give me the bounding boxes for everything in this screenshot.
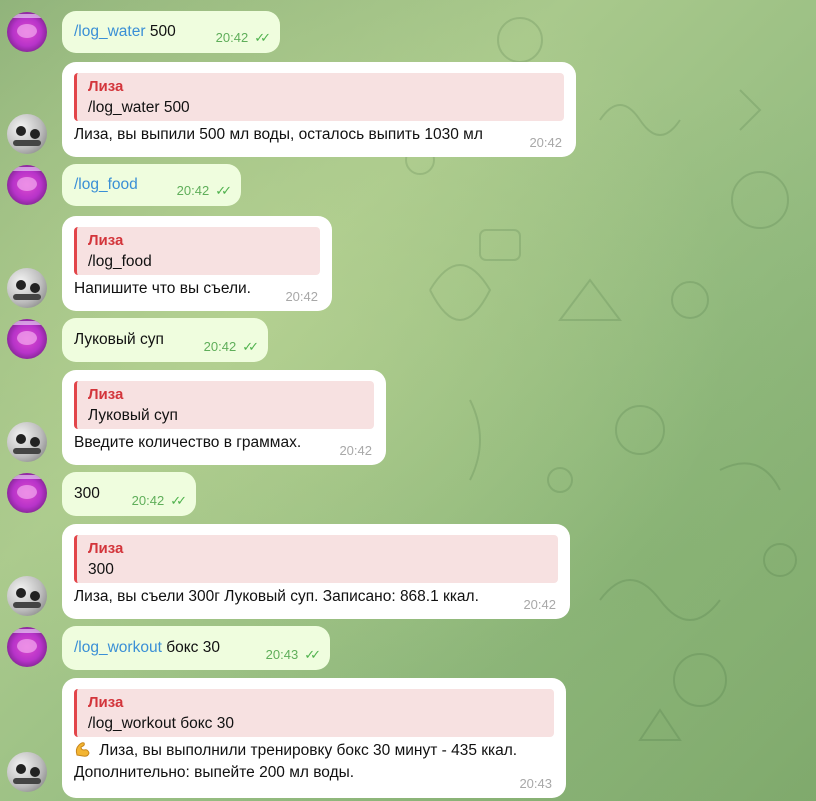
outgoing-message[interactable]: /log_water 500 20:42 ✓✓ (62, 11, 280, 53)
command-link[interactable]: /log_food (74, 176, 138, 193)
user-avatar[interactable] (7, 319, 47, 359)
reply-quote[interactable]: Лиза /log_workout бокс 30 (74, 689, 554, 737)
bot-avatar[interactable] (7, 268, 47, 308)
message-text: Напишите что вы съели. (74, 280, 251, 297)
message-text-line-1: Лиза, вы выполнили тренировку бокс 30 ми… (74, 740, 517, 762)
message-time: 20:42 (131, 493, 165, 508)
quote-text: 300 (88, 561, 114, 578)
double-check-icon: ✓✓ (254, 30, 271, 45)
message-time: 20:42 (529, 135, 562, 150)
reply-quote[interactable]: Лиза /log_water 500 (74, 73, 564, 121)
message-text: Лиза, вы съели 300г Луковый суп. Записан… (74, 588, 479, 605)
incoming-message[interactable]: Лиза /log_workout бокс 30 Лиза, вы выпол… (62, 678, 566, 798)
outgoing-message[interactable]: /log_food 20:42 ✓✓ (62, 164, 241, 206)
outgoing-message[interactable]: Луковый суп 20:42 ✓✓ (62, 318, 268, 362)
message-text: 300 (74, 485, 100, 502)
message-text-line-2: Дополнительно: выпейте 200 мл воды. (74, 764, 355, 781)
quote-text: /log_food (88, 253, 152, 270)
incoming-message[interactable]: Лиза 300 Лиза, вы съели 300г Луковый суп… (62, 524, 570, 619)
double-check-icon: ✓✓ (170, 493, 187, 508)
message-time: 20:43 (265, 647, 299, 662)
double-check-icon: ✓✓ (215, 183, 232, 198)
incoming-message[interactable]: Лиза Луковый суп Введите количество в гр… (62, 370, 386, 465)
message-time: 20:43 (519, 776, 552, 791)
quote-author: Лиза (88, 78, 124, 95)
message-time: 20:42 (339, 443, 372, 458)
bot-avatar[interactable] (7, 422, 47, 462)
message-time: 20:42 (285, 289, 318, 304)
command-link[interactable]: /log_workout (74, 639, 162, 656)
message-time: 20:42 (203, 339, 237, 354)
message-time: 20:42 (523, 597, 556, 612)
command-link[interactable]: /log_water (74, 23, 146, 40)
quote-text: Луковый суп (88, 407, 178, 424)
bot-avatar[interactable] (7, 576, 47, 616)
quote-text: /log_water 500 (88, 99, 190, 116)
user-avatar[interactable] (7, 473, 47, 513)
message-text: Лиза, вы выпили 500 мл воды, осталось вы… (74, 126, 483, 143)
double-check-icon: ✓✓ (304, 647, 321, 662)
flexed-biceps-icon (75, 742, 90, 757)
double-check-icon: ✓✓ (242, 339, 259, 354)
message-text: Введите количество в граммах. (74, 434, 302, 451)
outgoing-message[interactable]: /log_workout бокс 30 20:43 ✓✓ (62, 626, 330, 670)
outgoing-message[interactable]: 300 20:42 ✓✓ (62, 472, 196, 516)
quote-author: Лиза (88, 540, 124, 557)
message-time: 20:42 (176, 183, 210, 198)
message-time: 20:42 (215, 30, 249, 45)
user-avatar[interactable] (7, 12, 47, 52)
reply-quote[interactable]: Лиза /log_food (74, 227, 320, 275)
incoming-message[interactable]: Лиза /log_water 500 Лиза, вы выпили 500 … (62, 62, 576, 157)
message-text: Луковый суп (74, 331, 164, 348)
user-avatar[interactable] (7, 627, 47, 667)
reply-quote[interactable]: Лиза 300 (74, 535, 558, 583)
quote-author: Лиза (88, 386, 124, 403)
quote-author: Лиза (88, 694, 124, 711)
bot-avatar[interactable] (7, 752, 47, 792)
command-args: бокс 30 (161, 639, 220, 656)
bot-avatar[interactable] (7, 114, 47, 154)
quote-author: Лиза (88, 232, 124, 249)
user-avatar[interactable] (7, 165, 47, 205)
quote-text: /log_workout бокс 30 (88, 715, 234, 732)
incoming-message[interactable]: Лиза /log_food Напишите что вы съели. 20… (62, 216, 332, 311)
reply-quote[interactable]: Лиза Луковый суп (74, 381, 374, 429)
command-args: 500 (145, 23, 176, 40)
